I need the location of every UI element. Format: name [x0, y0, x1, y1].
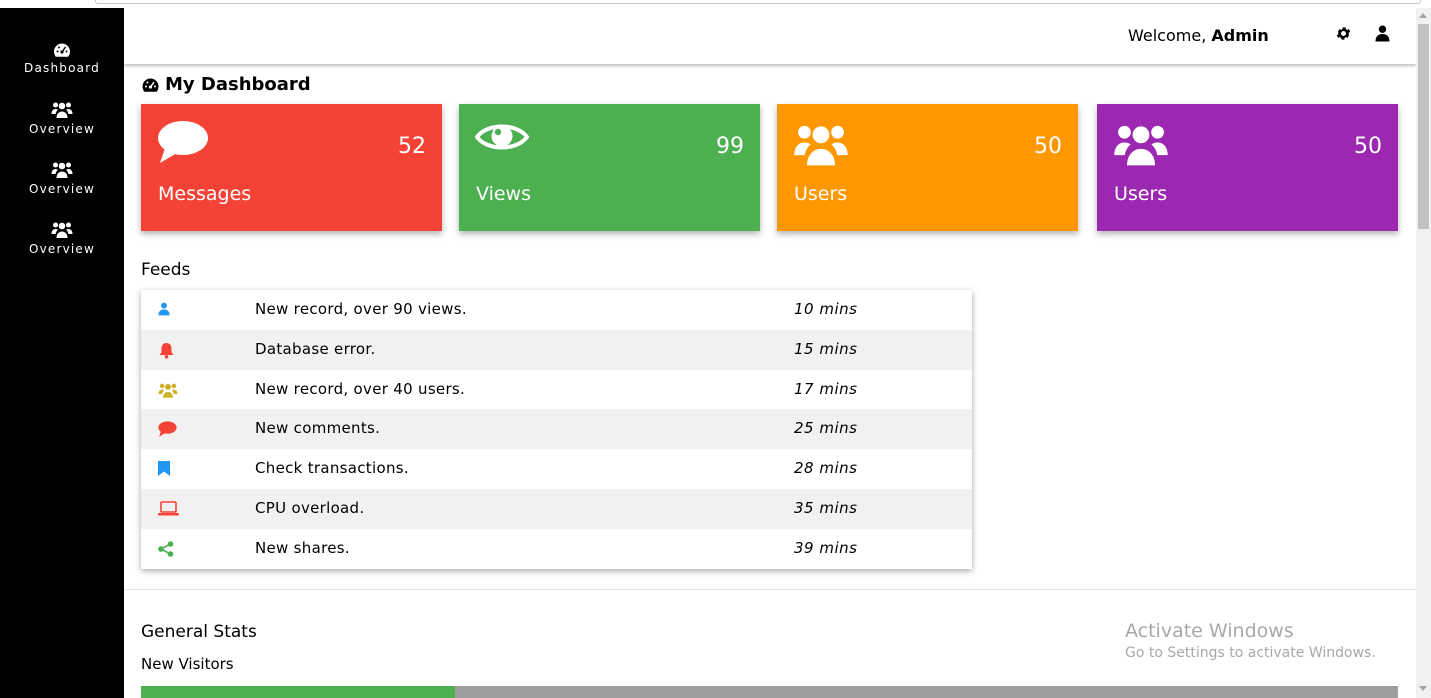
laptop-icon	[158, 501, 179, 520]
sidebar-item-overview[interactable]: Overview	[0, 221, 124, 256]
user-icon[interactable]	[1375, 25, 1390, 46]
sidebar-item-overview[interactable]: Overview	[0, 101, 124, 136]
messages-card[interactable]: 52 Messages	[141, 104, 442, 231]
sidebar: Dashboard Overview Overview Overview	[0, 8, 124, 698]
feeds-list: New record, over 90 views. 10 mins Datab…	[141, 290, 972, 569]
users-icon	[793, 120, 849, 174]
feed-time: 35 mins	[794, 498, 858, 517]
card-value: 50	[1034, 134, 1062, 159]
feed-time: 39 mins	[794, 538, 858, 557]
views-card[interactable]: 99 Views	[459, 104, 760, 231]
welcome-prefix: Welcome,	[1128, 26, 1212, 45]
watermark-subtitle: Go to Settings to activate Windows.	[1125, 645, 1376, 661]
main-content: My Dashboard 52 Messages 99 Views 50 Use…	[124, 64, 1416, 698]
feed-item[interactable]: New record, over 40 users. 17 mins	[141, 370, 972, 410]
watermark-title: Activate Windows	[1125, 620, 1294, 642]
sidebar-item-label: Overview	[28, 242, 96, 256]
sidebar-item-label: Dashboard	[24, 61, 100, 75]
share-icon	[158, 540, 174, 561]
user-icon	[158, 302, 170, 320]
bookmark-icon	[158, 461, 170, 480]
card-label: Messages	[158, 183, 252, 205]
users-icon	[51, 102, 73, 118]
scrollbar[interactable]	[1416, 8, 1431, 698]
feed-text: New comments.	[255, 419, 381, 438]
general-stats-title: General Stats	[141, 622, 257, 642]
sidebar-item-dashboard[interactable]: Dashboard	[0, 42, 124, 75]
feed-text: New record, over 90 views.	[255, 300, 467, 318]
sidebar-item-overview[interactable]: Overview	[0, 161, 124, 196]
feed-text: New shares.	[255, 538, 350, 557]
feed-text: Check transactions.	[255, 459, 409, 478]
bell-icon	[158, 342, 175, 363]
card-label: Users	[1114, 183, 1168, 205]
users-icon	[1113, 120, 1169, 174]
card-label: Users	[794, 183, 848, 205]
scrollbar-thumb[interactable]	[1418, 24, 1429, 229]
users-card[interactable]: 50 Users	[777, 104, 1078, 231]
card-label: Views	[476, 183, 531, 205]
page-title-text: My Dashboard	[165, 74, 311, 95]
gear-icon[interactable]	[1335, 25, 1352, 46]
feed-time: 28 mins	[794, 459, 858, 478]
users-icon	[51, 222, 73, 238]
card-value: 52	[398, 134, 426, 159]
username: Admin	[1211, 26, 1269, 45]
feed-item[interactable]: New record, over 90 views. 10 mins	[141, 290, 972, 330]
feed-time: 15 mins	[794, 339, 858, 358]
feeds-title: Feeds	[141, 260, 191, 280]
feed-text: CPU overload.	[255, 498, 365, 517]
users-card[interactable]: 50 Users	[1097, 104, 1398, 231]
new-visitors-label: New Visitors	[141, 655, 234, 673]
feed-item[interactable]: Check transactions. 28 mins	[141, 449, 972, 489]
new-visitors-progress-bar	[141, 686, 1398, 698]
feed-time: 25 mins	[794, 419, 858, 438]
users-icon	[51, 162, 73, 178]
activate-windows-watermark: Activate Windows Go to Settings to activ…	[1125, 620, 1376, 661]
new-visitors-progress-fill	[141, 686, 456, 698]
dashboard-icon	[142, 78, 159, 92]
browser-frame	[0, 0, 1431, 8]
feed-time: 10 mins	[794, 300, 858, 318]
welcome-message: Welcome, Admin	[1128, 26, 1269, 45]
feed-text: New record, over 40 users.	[255, 379, 466, 398]
feed-time: 17 mins	[794, 379, 858, 398]
feed-item[interactable]: CPU overload. 35 mins	[141, 488, 972, 529]
sidebar-item-label: Overview	[28, 182, 96, 196]
divider	[124, 589, 1416, 590]
sidebar-item-label: Overview	[28, 122, 96, 136]
card-value: 50	[1354, 134, 1382, 159]
feed-item[interactable]: New shares. 39 mins	[141, 529, 972, 569]
users-icon	[158, 382, 178, 403]
comment-icon	[157, 120, 209, 168]
dashboard-icon	[54, 43, 71, 57]
feed-text: Database error.	[255, 339, 376, 358]
feed-item[interactable]: New comments. 25 mins	[141, 409, 972, 450]
top-bar: Welcome, Admin	[124, 8, 1416, 64]
page-title: My Dashboard	[141, 74, 311, 95]
comment-icon	[158, 421, 177, 441]
eye-icon	[474, 120, 530, 158]
card-value: 99	[716, 134, 744, 159]
scroll-up-arrow[interactable]	[1419, 13, 1427, 18]
scroll-down-arrow[interactable]	[1419, 686, 1427, 691]
feed-item[interactable]: Database error. 15 mins	[141, 329, 972, 370]
